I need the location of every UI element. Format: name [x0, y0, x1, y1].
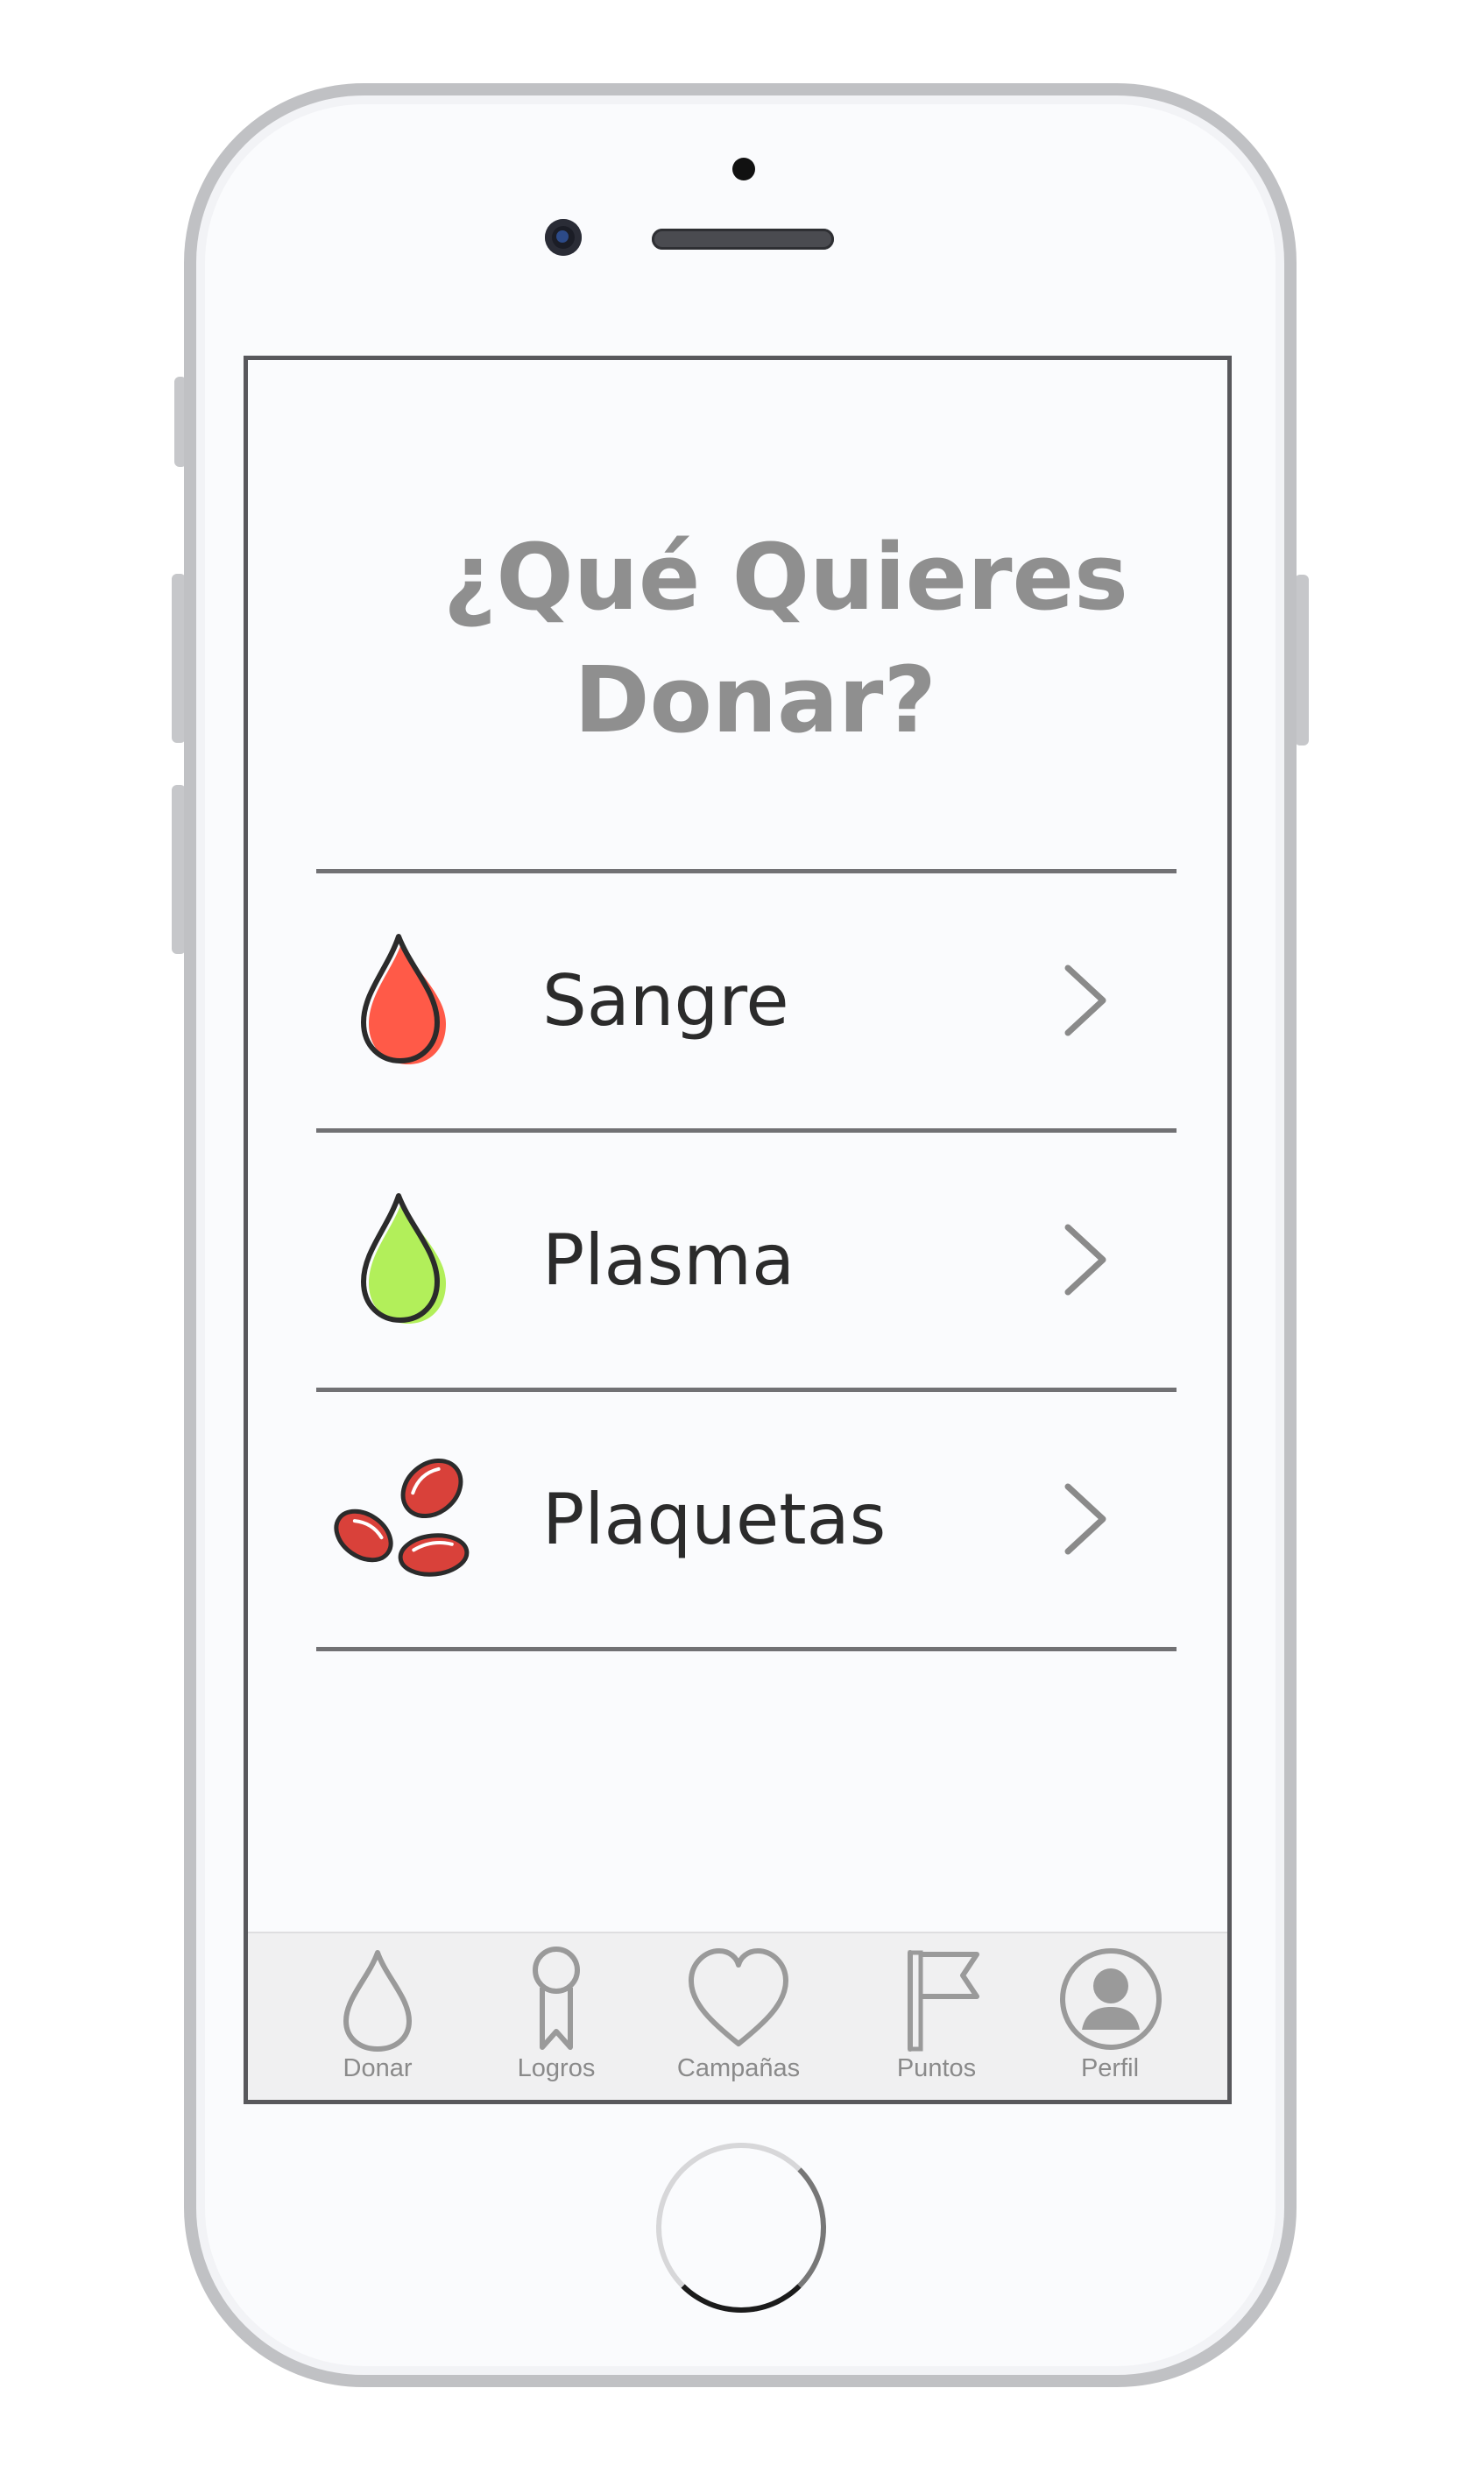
option-plasma[interactable]: Plasma — [316, 1133, 1177, 1388]
tab-label: Puntos — [896, 2054, 977, 2082]
page-title: ¿Qué Quieres Donar? — [248, 516, 1227, 761]
option-plaquetas[interactable]: Plaquetas — [316, 1392, 1177, 1647]
donation-options-list: Sangre Plasma Plaquetas — [316, 869, 1177, 1651]
divider — [316, 1647, 1177, 1651]
plasma-drop-icon — [361, 1193, 446, 1324]
heart-icon — [689, 1948, 788, 2046]
page-title-line1: ¿Qué Quieres — [443, 524, 1128, 631]
award-ribbon-icon — [533, 1947, 580, 2050]
app-screen: ¿Qué Quieres Donar? Sangre Plasma Plaque… — [244, 356, 1232, 2104]
tab-logros[interactable]: Logros — [469, 1933, 644, 2100]
chevron-right-icon — [1064, 964, 1106, 1036]
user-profile-icon — [1060, 1948, 1162, 2050]
front-camera — [545, 219, 582, 256]
earpiece-speaker — [652, 229, 834, 250]
option-label: Sangre — [542, 960, 789, 1042]
tab-campanas[interactable]: Campañas — [651, 1933, 826, 2100]
tab-donar[interactable]: Donar — [290, 1933, 465, 2100]
tab-label: Donar — [343, 2054, 413, 2082]
platelets-icon — [334, 1458, 470, 1577]
bottom-tab-bar: Donar Logros Campañas Puntos Perfil — [248, 1932, 1227, 2100]
flag-icon — [908, 1950, 979, 2052]
chevron-right-icon — [1064, 1224, 1106, 1296]
page-title-line2: Donar? — [574, 647, 936, 753]
drop-icon — [343, 1950, 412, 2052]
tab-label: Perfil — [1080, 2054, 1140, 2082]
option-sangre[interactable]: Sangre — [316, 873, 1177, 1128]
option-label: Plaquetas — [542, 1479, 887, 1560]
tab-label: Campañas — [676, 2054, 801, 2082]
home-button[interactable] — [656, 2143, 826, 2313]
tab-label: Logros — [517, 2054, 596, 2082]
tab-puntos[interactable]: Puntos — [849, 1933, 1024, 2100]
proximity-sensor — [732, 158, 755, 180]
blood-drop-icon — [361, 934, 446, 1064]
tab-perfil[interactable]: Perfil — [1022, 1933, 1198, 2100]
power-button — [1295, 575, 1309, 745]
option-label: Plasma — [542, 1219, 795, 1301]
chevron-right-icon — [1064, 1483, 1106, 1555]
